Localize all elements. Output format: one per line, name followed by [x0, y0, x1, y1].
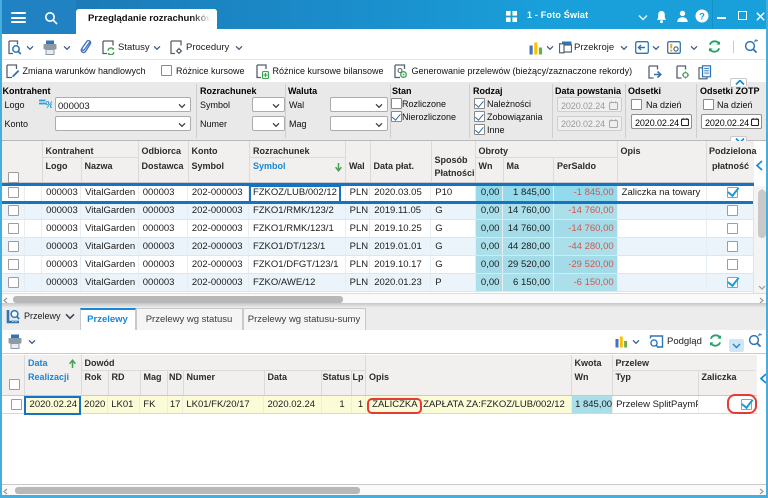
svg-text:?: ?: [699, 12, 705, 23]
svg-text:%: %: [45, 100, 52, 109]
